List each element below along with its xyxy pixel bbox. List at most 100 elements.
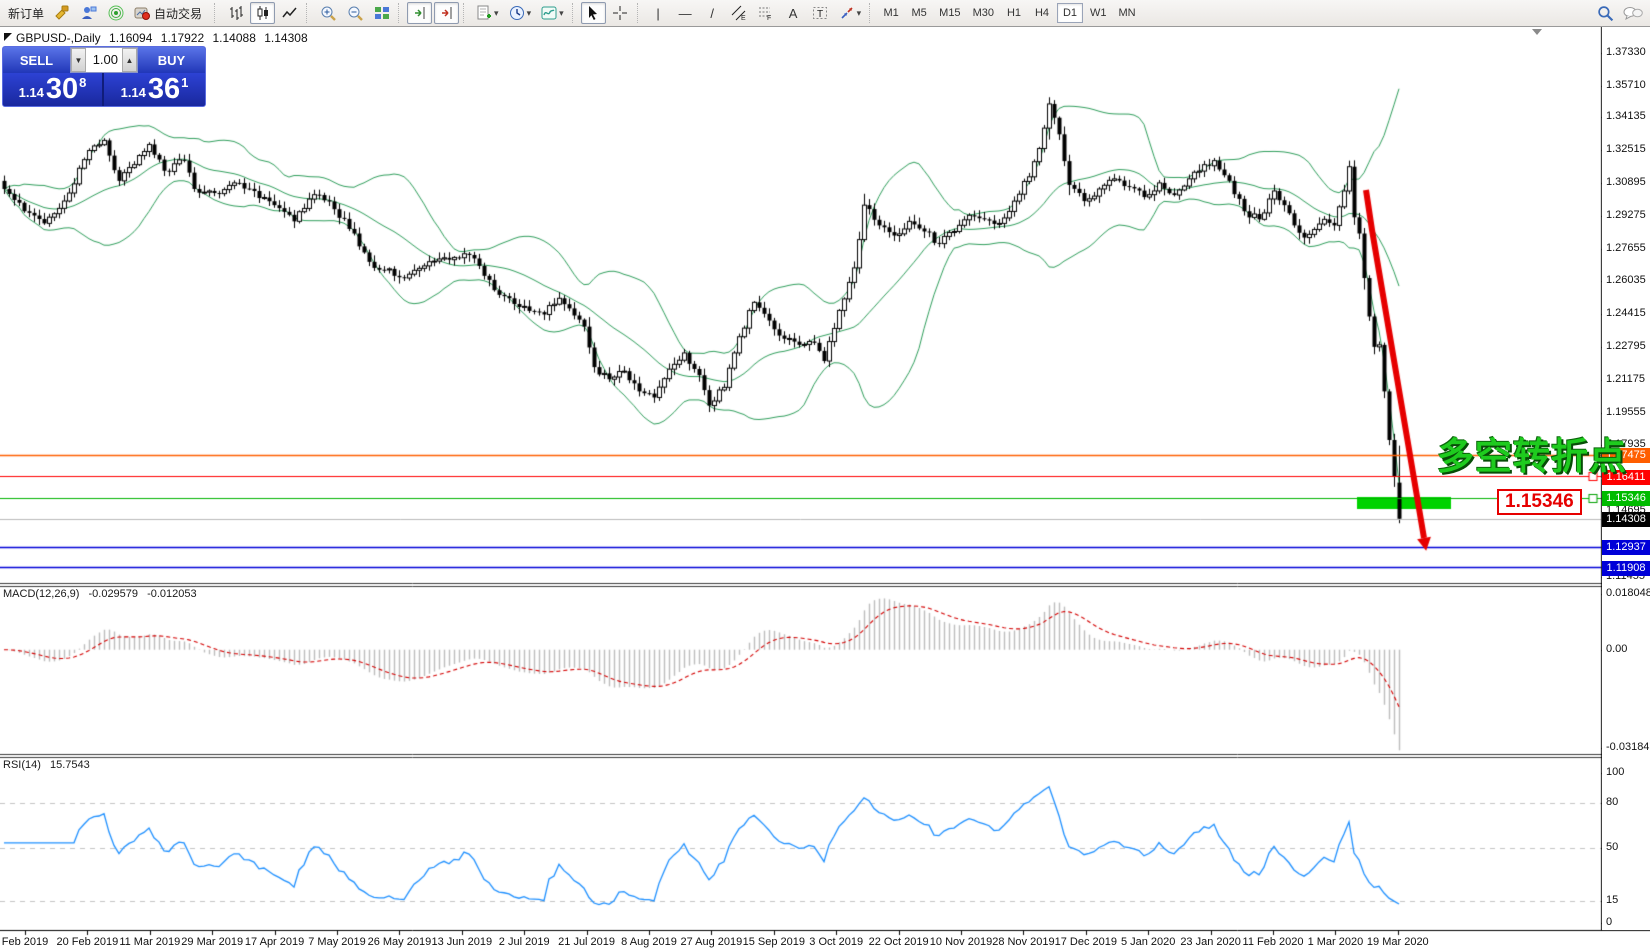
buy-price[interactable]: 1.14 36 1 xyxy=(104,73,205,106)
auto-scroll-button[interactable] xyxy=(407,2,432,24)
horizontal-line-tool[interactable]: — xyxy=(673,2,698,24)
macd-axis-label: 0.00 xyxy=(1606,643,1627,655)
chat-bubbles-icon xyxy=(1623,5,1643,21)
indicators-button[interactable]: ▾ xyxy=(537,2,568,24)
text-label-tool[interactable]: T xyxy=(808,2,833,24)
price-level-tag: 1.12937 xyxy=(1602,540,1650,555)
dropdown-caret-icon: ▾ xyxy=(857,8,862,19)
tile-windows-button[interactable] xyxy=(369,2,394,24)
dropdown-caret-icon: ▾ xyxy=(494,8,499,19)
one-click-trading-panel: SELL ▼ 1.00 ▲ BUY 1.14 30 8 1.14 36 1 xyxy=(2,46,206,107)
trendline-tool[interactable]: / xyxy=(700,2,725,24)
chart-ohlc-header: GBPUSD-,Daily 1.16094 1.17922 1.14088 1.… xyxy=(16,31,313,45)
rsi-axis-label: 0 xyxy=(1606,916,1612,928)
support-price-callout[interactable]: 1.15346 xyxy=(1497,489,1582,515)
toolbar-separator xyxy=(637,3,642,23)
cursor-icon xyxy=(585,5,601,21)
chart-canvas[interactable] xyxy=(0,27,1650,951)
channel-icon: E xyxy=(731,5,747,21)
timeframe-m5[interactable]: M5 xyxy=(906,3,932,23)
auto-scroll-icon xyxy=(412,5,428,21)
timeframe-w1[interactable]: W1 xyxy=(1085,3,1112,23)
fibonacci-tool[interactable]: F xyxy=(754,2,779,24)
periods-button[interactable]: ▾ xyxy=(505,2,536,24)
chart-title: GBPUSD-,Daily xyxy=(16,31,101,45)
timeframe-d1[interactable]: D1 xyxy=(1057,3,1083,23)
date-tick-label: 22 Oct 2019 xyxy=(869,936,929,948)
ohlc-close: 1.14308 xyxy=(264,31,307,45)
sell-button[interactable]: SELL xyxy=(3,47,70,73)
price-tick-label: 1.22795 xyxy=(1606,340,1646,352)
date-tick-label: 19 Mar 2020 xyxy=(1367,936,1429,948)
search-button[interactable] xyxy=(1593,2,1618,24)
signals-icon[interactable] xyxy=(103,2,128,24)
arrows-tool[interactable]: ▾ xyxy=(835,2,866,24)
zoom-out-button[interactable] xyxy=(342,2,367,24)
ohlc-high: 1.17922 xyxy=(161,31,204,45)
volume-stepper: ▼ 1.00 ▲ xyxy=(70,47,138,73)
date-tick-label: 23 Jan 2020 xyxy=(1180,936,1241,948)
price-tick-label: 1.24415 xyxy=(1606,307,1646,319)
macd-signal-value: -0.012053 xyxy=(147,588,197,600)
timeframe-h1[interactable]: H1 xyxy=(1001,3,1027,23)
toolbar-right-group xyxy=(1592,2,1646,24)
sell-pips: 30 xyxy=(46,75,78,104)
date-tick-label: 11 Feb 2020 xyxy=(1243,936,1304,948)
price-tick-label: 1.21175 xyxy=(1606,373,1645,385)
candlestick-icon xyxy=(255,5,271,21)
macd-label-row: MACD(12,26,9) -0.029579 -0.012053 xyxy=(3,588,203,600)
modify-order-icon[interactable] xyxy=(49,2,74,24)
timeframe-mn[interactable]: MN xyxy=(1113,3,1140,23)
new-chart-button[interactable]: ▾ xyxy=(472,2,503,24)
toolbar-separator xyxy=(306,3,311,23)
date-tick-label: 5 Jan 2020 xyxy=(1121,936,1175,948)
price-tick-label: 1.19555 xyxy=(1606,406,1646,418)
dropdown-caret-icon: ▾ xyxy=(559,8,564,19)
new-chart-icon xyxy=(476,5,492,21)
crosshair-tool-button[interactable] xyxy=(608,2,633,24)
svg-text:T: T xyxy=(817,9,823,20)
date-tick-label: 11 Mar 2019 xyxy=(119,936,180,948)
community-chat-button[interactable] xyxy=(1620,2,1645,24)
zoom-out-icon xyxy=(347,5,363,21)
volume-input[interactable]: 1.00 xyxy=(86,48,122,72)
toolbar-separator xyxy=(214,3,219,23)
sell-price[interactable]: 1.14 30 8 xyxy=(3,73,104,106)
autotrading-label: 自动交易 xyxy=(150,5,206,22)
date-tick-label: 26 May 2019 xyxy=(368,936,432,948)
rsi-axis-label: 15 xyxy=(1606,894,1618,906)
macd-main-value: -0.029579 xyxy=(88,588,138,600)
chart-shift-button[interactable] xyxy=(434,2,459,24)
vertical-line-tool[interactable]: | xyxy=(646,2,671,24)
line-chart-icon xyxy=(282,5,298,21)
macd-axis-label: 0.018048 xyxy=(1606,587,1650,599)
volume-increase-button[interactable]: ▲ xyxy=(122,48,137,72)
autotrading-button[interactable]: 自动交易 xyxy=(130,2,210,24)
market-watch-icon[interactable] xyxy=(76,2,101,24)
zoom-in-button[interactable] xyxy=(315,2,340,24)
chart-shift-marker[interactable] xyxy=(1532,29,1542,35)
timeframe-h4[interactable]: H4 xyxy=(1029,3,1055,23)
dropdown-caret-icon: ▾ xyxy=(527,8,532,19)
bar-chart-mode-button[interactable] xyxy=(223,2,248,24)
buy-button[interactable]: BUY xyxy=(138,47,205,73)
clock-icon xyxy=(509,5,525,21)
mt4-window: { "toolbar": { "new_order_label": "新订单",… xyxy=(0,0,1650,951)
candlestick-mode-button[interactable] xyxy=(250,2,275,24)
cursor-tool-button[interactable] xyxy=(581,2,606,24)
volume-decrease-button[interactable]: ▼ xyxy=(71,48,86,72)
new-order-button[interactable]: 新订单 xyxy=(4,5,48,22)
timeframe-m1[interactable]: M1 xyxy=(878,3,904,23)
timeframe-m15[interactable]: M15 xyxy=(934,3,965,23)
sell-big-figure: 1.14 xyxy=(19,85,44,100)
text-tool[interactable]: A xyxy=(781,2,806,24)
fibonacci-icon: F xyxy=(758,5,774,21)
autotrading-icon xyxy=(134,5,150,21)
date-tick-label: 28 Nov 2019 xyxy=(992,936,1054,948)
line-chart-mode-button[interactable] xyxy=(277,2,302,24)
date-tick-label: 20 Feb 2019 xyxy=(57,936,119,948)
arrow-objects-icon xyxy=(839,5,855,21)
equidistant-channel-tool[interactable]: E xyxy=(727,2,752,24)
price-tick-label: 1.29275 xyxy=(1606,209,1646,221)
timeframe-m30[interactable]: M30 xyxy=(968,3,999,23)
